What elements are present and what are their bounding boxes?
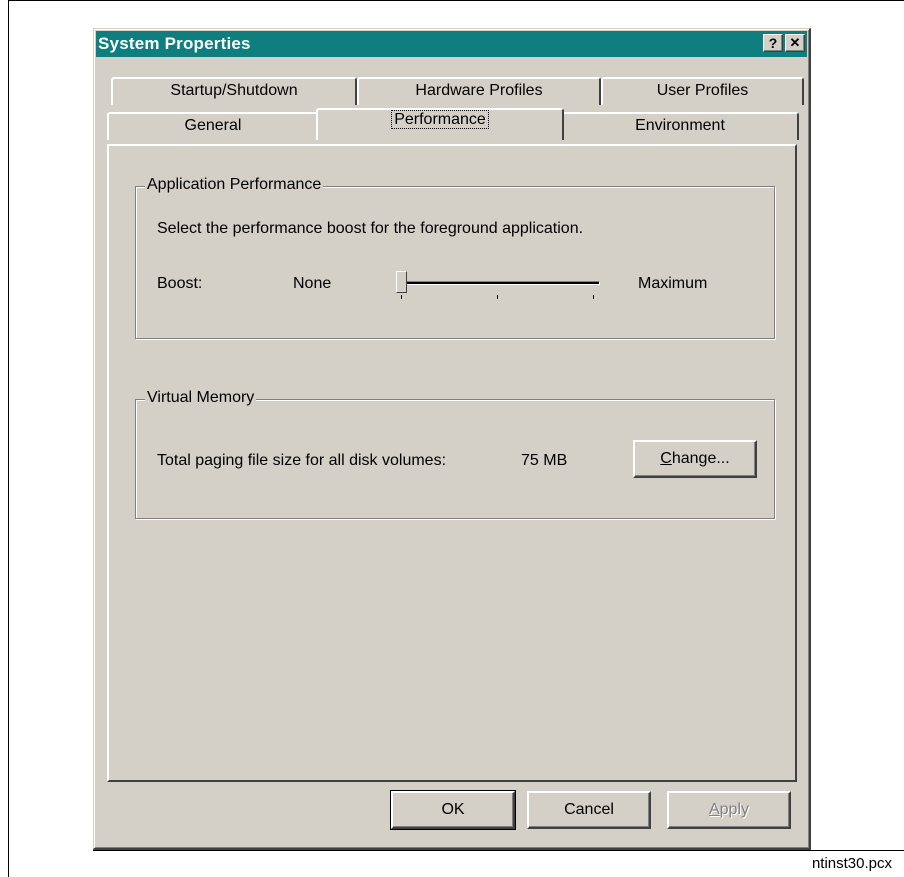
application-performance-group: Application Performance Select the perfo… <box>135 176 775 339</box>
change-mnemonic: C <box>660 450 672 467</box>
apply-mnemonic: A <box>708 801 720 818</box>
page-frame-top <box>8 0 904 1</box>
slider-thumb[interactable] <box>396 271 407 293</box>
help-button[interactable]: ? <box>763 34 783 52</box>
boost-min-label: None <box>293 275 332 292</box>
cancel-button[interactable]: Cancel <box>527 791 651 829</box>
page-frame-left <box>8 0 9 877</box>
tab-label: User Profiles <box>656 82 749 99</box>
tab-label: Environment <box>635 117 725 134</box>
tab-hardware-profiles[interactable]: Hardware Profiles <box>357 77 601 105</box>
virtual-memory-group: Virtual Memory Total paging file size fo… <box>135 389 775 519</box>
image-caption: ntinst30.pcx <box>811 855 892 872</box>
tab-label: General <box>184 117 242 134</box>
change-label: hange... <box>671 450 730 467</box>
slider-tick <box>593 295 594 299</box>
tab-general[interactable]: General <box>107 112 319 140</box>
close-icon[interactable]: ✕ <box>785 34 805 52</box>
boost-slider[interactable] <box>394 265 604 305</box>
group-title: Application Performance <box>145 176 324 194</box>
apply-button[interactable]: Apply <box>667 791 791 829</box>
paging-size-label: Total paging file size for all disk volu… <box>157 452 447 469</box>
slider-tick <box>401 295 402 299</box>
tab-environment[interactable]: Environment <box>561 112 799 140</box>
slider-track <box>396 281 600 285</box>
apply-label: pply <box>719 801 750 818</box>
boost-description: Select the performance boost for the for… <box>157 220 584 237</box>
ok-button[interactable]: OK <box>390 790 516 830</box>
tab-user-profiles[interactable]: User Profiles <box>601 77 804 105</box>
caption-divider <box>93 850 904 851</box>
tab-startup-shutdown[interactable]: Startup/Shutdown <box>111 77 357 105</box>
slider-tick <box>497 295 498 299</box>
group-title: Virtual Memory <box>145 389 257 407</box>
tab-label: Hardware Profiles <box>415 82 543 99</box>
change-button[interactable]: Change... <box>633 440 757 478</box>
performance-tab-panel: Application Performance Select the perfo… <box>107 144 797 782</box>
tab-label: Performance <box>391 110 489 129</box>
paging-size-value: 75 MB <box>521 452 568 469</box>
title-bar[interactable]: System Properties ? ✕ <box>96 31 807 57</box>
boost-label: Boost: <box>157 275 203 292</box>
boost-max-label: Maximum <box>638 275 708 292</box>
window-title: System Properties <box>98 34 251 53</box>
tab-label: Startup/Shutdown <box>170 82 298 99</box>
system-properties-dialog: System Properties ? ✕ Startup/Shutdown H… <box>93 28 811 850</box>
tab-performance[interactable]: Performance <box>316 108 564 140</box>
